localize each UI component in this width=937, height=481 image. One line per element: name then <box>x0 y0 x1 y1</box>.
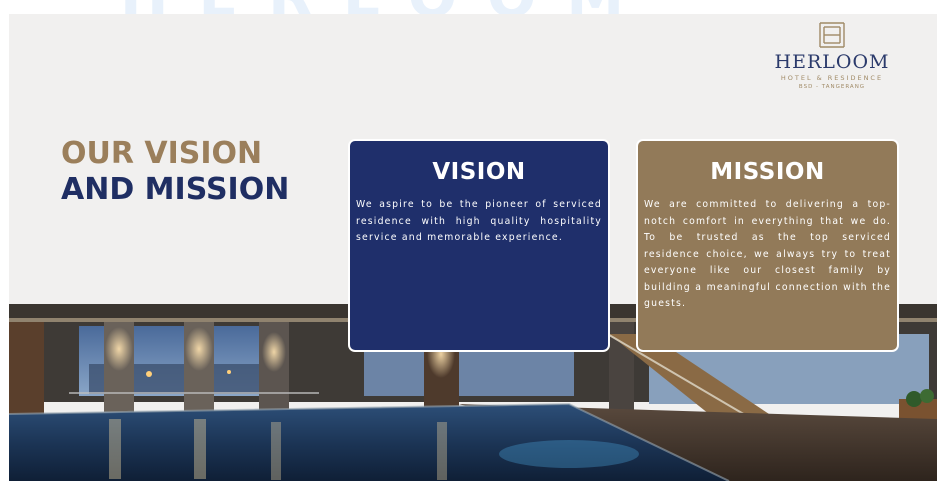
mission-card: MISSION We are committed to delivering a… <box>636 139 899 352</box>
mission-body: We are committed to delivering a top-not… <box>644 199 891 309</box>
watermark-text: HERLOOM <box>120 0 654 14</box>
page-title: OUR VISION AND MISSION <box>61 136 289 208</box>
vision-card: VISION We aspire to be the pioneer of se… <box>348 139 610 352</box>
logo-name: HERLOOM <box>774 51 890 73</box>
heading-line-2: AND MISSION <box>61 172 290 207</box>
herloom-monogram-icon <box>819 22 845 48</box>
watermark-strip: HERLOOM <box>0 0 937 14</box>
heading-line-1: OUR VISION <box>61 136 263 171</box>
slide: HERLOOM HOTEL & RESIDENCE BSD - TANGERAN… <box>9 14 937 481</box>
vision-body: We aspire to be the pioneer of serviced … <box>356 199 602 243</box>
herloom-logo: HERLOOM HOTEL & RESIDENCE BSD - TANGERAN… <box>757 21 907 90</box>
logo-subtitle: HOTEL & RESIDENCE <box>780 74 884 82</box>
vision-title: VISION <box>432 159 526 185</box>
mission-title: MISSION <box>710 159 825 185</box>
logo-location: BSD - TANGERANG <box>798 84 866 90</box>
